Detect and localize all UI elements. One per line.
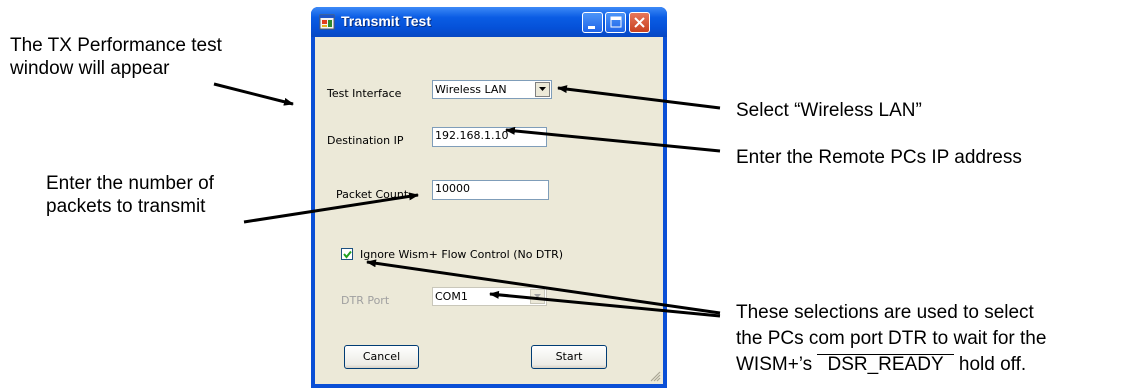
annotation-line: The TX Performance test (10, 35, 222, 56)
test-interface-value: Wireless LAN (435, 83, 507, 96)
dsr-ready-signal: DSR_READY (817, 354, 954, 374)
close-button[interactable] (629, 12, 650, 33)
annotation-enter-ip: Enter the Remote PCs IP address (736, 147, 1022, 168)
dtr-port-label: DTR Port (341, 294, 390, 307)
app-window-icon (319, 14, 335, 30)
resize-grip-icon[interactable] (649, 370, 661, 382)
ignore-flow-control-label[interactable]: Ignore Wism+ Flow Control (No DTR) (360, 248, 563, 261)
start-button[interactable]: Start (531, 345, 607, 369)
maximize-button[interactable] (605, 12, 626, 33)
packet-count-input[interactable]: 10000 (432, 180, 549, 200)
chevron-down-icon (539, 87, 546, 91)
transmit-test-window: Transmit Test Test Interface Wireless LA… (311, 7, 667, 388)
test-interface-select[interactable]: Wireless LAN (432, 80, 552, 99)
window-title: Transmit Test (341, 13, 431, 29)
destination-ip-value: 192.168.1.10 (435, 129, 509, 142)
dtr-port-dropdown-button[interactable] (530, 289, 545, 304)
minimize-button[interactable] (582, 12, 603, 33)
check-icon (343, 250, 352, 259)
packet-count-value: 10000 (435, 182, 470, 195)
ignore-flow-control-checkbox[interactable] (341, 248, 353, 260)
arrow-to-window (213, 82, 294, 106)
annotation-text: WISM+’s (736, 354, 813, 375)
dtr-port-select[interactable]: COM1 (432, 287, 547, 306)
cancel-button[interactable]: Cancel (344, 345, 419, 369)
annotation-tx-window: The TX Performance test window will appe… (10, 34, 222, 80)
annotation-packet-count: Enter the number of packets to transmit (46, 172, 214, 218)
packet-count-label: Packet Count (336, 188, 409, 201)
annotation-line: WISM+’s DSR_READY hold off. (736, 352, 1046, 378)
annotation-select-wireless: Select “Wireless LAN” (736, 100, 922, 121)
dialog-client-area: Test Interface Wireless LAN Destination … (315, 37, 663, 384)
annotation-line: Enter the number of (46, 173, 214, 194)
destination-ip-input[interactable]: 192.168.1.10 (432, 127, 547, 147)
annotation-line: packets to transmit (46, 196, 206, 217)
test-interface-dropdown-button[interactable] (535, 82, 550, 97)
annotation-line: These selections are used to select (736, 302, 1034, 323)
chevron-down-icon (534, 294, 541, 298)
title-bar[interactable]: Transmit Test (311, 7, 667, 37)
annotation-dtr-selections: These selections are used to select the … (736, 300, 1046, 378)
maximize-icon (610, 16, 622, 28)
dtr-port-value: COM1 (435, 290, 468, 303)
annotation-line: the PCs com port DTR to wait for the (736, 328, 1047, 349)
minimize-icon (588, 26, 595, 29)
annotation-line: window will appear (10, 58, 170, 79)
test-interface-label: Test Interface (327, 87, 402, 100)
close-icon (634, 17, 645, 28)
annotation-text: hold off. (958, 354, 1027, 375)
destination-ip-label: Destination IP (327, 134, 404, 147)
